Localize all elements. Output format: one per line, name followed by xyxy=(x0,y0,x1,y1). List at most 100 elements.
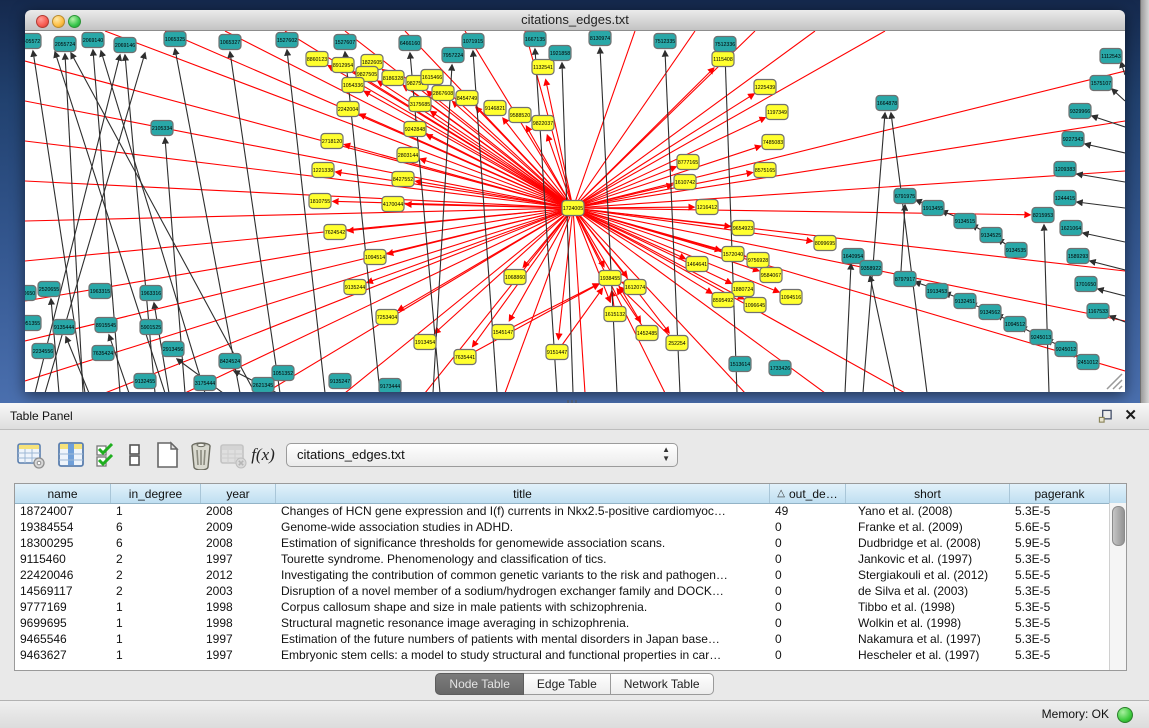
graph-edge-red[interactable] xyxy=(573,208,1125,371)
graph-edge-red[interactable] xyxy=(465,284,599,357)
tab-node-table[interactable]: Node Table xyxy=(435,673,524,695)
graph-node[interactable]: 1880724 xyxy=(732,282,754,297)
table-row[interactable]: 946554611997Estimation of the future num… xyxy=(15,631,1110,647)
graph-edge-red[interactable] xyxy=(573,208,744,299)
graph-node[interactable]: 7512335 xyxy=(654,34,676,49)
graph-node[interactable]: 3175685 xyxy=(409,97,431,112)
graph-node[interactable]: 9822037 xyxy=(532,116,554,131)
graph-edge-black[interactable] xyxy=(870,276,895,392)
graph-node[interactable]: 1094514 xyxy=(364,250,386,265)
graph-node[interactable]: 1527607 xyxy=(334,35,356,50)
tab-network-table[interactable]: Network Table xyxy=(611,673,714,695)
graph-node[interactable]: 1701650 xyxy=(1075,277,1097,292)
graph-node[interactable]: 9134515 xyxy=(954,214,976,229)
graph-edge-black[interactable] xyxy=(1077,202,1125,208)
graph-node[interactable]: 1209383 xyxy=(1054,162,1076,177)
graph-node[interactable]: 9227343 xyxy=(1062,132,1084,147)
graph-edge-black[interactable] xyxy=(901,205,905,271)
table-row[interactable]: 911546021997Tourette syndrome. Phenomeno… xyxy=(15,551,1110,567)
table-settings-icon[interactable] xyxy=(16,440,46,470)
graph-node[interactable]: 1225439 xyxy=(754,80,776,95)
graph-node[interactable]: 1452485 xyxy=(636,326,658,341)
graph-node[interactable]: 9135244 xyxy=(344,280,366,295)
table-row[interactable]: 1456911722003Disruption of a novel membe… xyxy=(15,583,1110,599)
graph-edge-red[interactable] xyxy=(557,289,602,352)
graph-node[interactable]: 1913453 xyxy=(926,284,948,299)
tab-edge-table[interactable]: Edge Table xyxy=(524,673,611,695)
function-icon[interactable]: f(x) xyxy=(248,440,278,470)
graph-node[interactable]: 6466160 xyxy=(399,36,421,51)
column-header-pagerank[interactable]: pagerank xyxy=(1010,484,1110,503)
graph-node[interactable]: 3051355 xyxy=(25,316,41,331)
graph-node[interactable]: 1621064 xyxy=(1060,221,1082,236)
graph-edge-black[interactable] xyxy=(845,264,851,392)
graph-node[interactable]: 7957224 xyxy=(442,48,464,63)
graph-node[interactable]: 2451012 xyxy=(1077,355,1099,370)
network-graph[interactable]: 1724005886012389129541822605982750581863… xyxy=(25,31,1125,392)
graph-node[interactable]: 8099695 xyxy=(814,236,836,251)
select-all-icon[interactable] xyxy=(94,440,118,470)
graph-node[interactable]: 9358922 xyxy=(860,261,882,276)
column-header-year[interactable]: year xyxy=(201,484,276,503)
graph-node[interactable]: 1938455 xyxy=(599,271,621,286)
graph-edge-black[interactable] xyxy=(1077,174,1125,182)
graph-node[interactable]: 1065327 xyxy=(219,35,241,50)
graph-node[interactable]: 9134562 xyxy=(979,305,1001,320)
graph-node[interactable]: 9134525 xyxy=(980,228,1002,243)
graph-node[interactable]: 9245013 xyxy=(1030,330,1052,345)
graph-edge-black[interactable] xyxy=(863,113,885,392)
graph-node[interactable]: 1724005 xyxy=(562,201,584,216)
graph-node[interactable]: 2867608 xyxy=(432,86,454,101)
graph-node[interactable]: 2069140 xyxy=(82,33,104,48)
column-header-out_de[interactable]: △out_de… xyxy=(770,484,846,503)
graph-edge-black[interactable] xyxy=(1110,316,1125,322)
graph-node[interactable]: 7635441 xyxy=(454,350,476,365)
graph-edge-black[interactable] xyxy=(33,51,85,392)
graph-node[interactable]: 1810755 xyxy=(309,194,331,209)
graph-edge-red[interactable] xyxy=(573,171,1125,208)
graph-node[interactable]: 1572040 xyxy=(722,247,744,262)
graph-node[interactable]: 2105334 xyxy=(151,121,173,136)
table-selector-dropdown[interactable]: citations_edges.txt ▲▼ xyxy=(286,443,678,467)
graph-node[interactable]: 2913456 xyxy=(162,342,184,357)
graph-node[interactable]: 7624542 xyxy=(324,225,346,240)
graph-edge-red[interactable] xyxy=(25,61,573,208)
graph-node[interactable]: 9132451 xyxy=(954,294,976,309)
graph-node[interactable]: 5901525 xyxy=(140,320,162,335)
graph-node[interactable]: 8454749 xyxy=(456,91,478,106)
network-canvas[interactable]: 1724005886012389129541822605982750581863… xyxy=(25,31,1125,392)
graph-node[interactable]: 1112543 xyxy=(1100,49,1122,64)
graph-node[interactable]: 1244415 xyxy=(1054,191,1076,206)
column-header-title[interactable]: title xyxy=(276,484,770,503)
graph-node[interactable]: 8427552 xyxy=(392,172,414,187)
column-header-name[interactable]: name xyxy=(15,484,111,503)
graph-edge-black[interactable] xyxy=(1098,289,1125,296)
graph-node[interactable]: 8777165 xyxy=(677,155,699,170)
graph-node[interactable]: 1575107 xyxy=(1090,76,1112,91)
graph-node[interactable]: 8860123 xyxy=(306,52,328,67)
graph-node[interactable]: 2242004 xyxy=(337,102,359,117)
graph-node[interactable]: 2069146 xyxy=(114,38,136,53)
graph-node[interactable]: 1197349 xyxy=(766,105,788,120)
graph-node[interactable]: 2803144 xyxy=(397,148,419,163)
float-panel-icon[interactable] xyxy=(1098,409,1113,424)
graph-node[interactable]: 8215953 xyxy=(1032,208,1054,223)
graph-node[interactable]: 2055724 xyxy=(54,37,76,52)
graph-node[interactable]: 1115408 xyxy=(712,52,734,67)
graph-node[interactable]: 1913455 xyxy=(922,201,944,216)
graph-node[interactable]: 1071915 xyxy=(462,34,484,49)
graph-edge-black[interactable] xyxy=(1121,62,1125,75)
graph-node[interactable]: 1068860 xyxy=(504,270,526,285)
graph-node[interactable]: 1096645 xyxy=(744,298,766,313)
network-window-titlebar[interactable]: citations_edges.txt xyxy=(25,10,1125,31)
graph-node[interactable]: 8595492 xyxy=(712,293,734,308)
graph-node[interactable]: 7512336 xyxy=(714,37,736,52)
graph-node[interactable]: 9132455 xyxy=(134,374,156,389)
graph-node[interactable]: 2718120 xyxy=(321,134,343,149)
graph-node[interactable]: 4170044 xyxy=(382,197,404,212)
graph-node[interactable]: 252254 xyxy=(666,336,688,351)
graph-node[interactable]: 9584067 xyxy=(760,268,782,283)
vertical-scrollbar[interactable] xyxy=(1109,503,1126,670)
graph-node[interactable]: 1963316 xyxy=(140,286,162,301)
graph-node[interactable]: 8915545 xyxy=(95,318,117,333)
